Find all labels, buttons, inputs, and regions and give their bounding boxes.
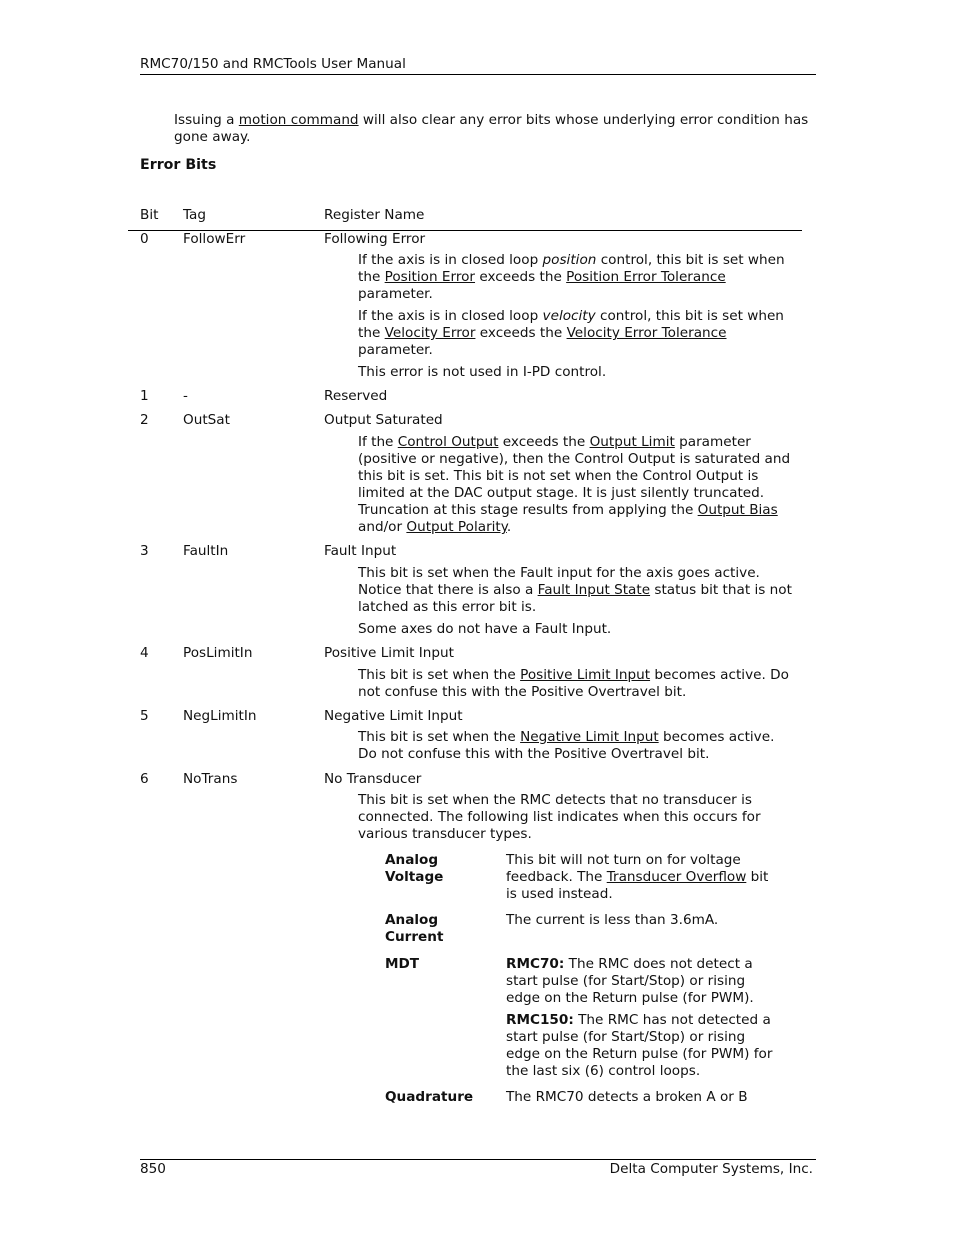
control-output-link[interactable]: Control Output xyxy=(398,434,499,450)
description-paragraph: If the Control Output exceeds the Output… xyxy=(358,434,791,535)
bit-cell: 5 xyxy=(140,708,149,724)
running-header: RMC70/150 and RMCTools User Manual xyxy=(140,56,406,72)
footer-company: Delta Computer Systems, Inc. xyxy=(609,1161,813,1177)
description-paragraph: This bit is set when the Fault input for… xyxy=(358,565,792,615)
column-header-bit: Bit xyxy=(140,207,159,223)
bit-cell: 0 xyxy=(140,231,149,247)
velocity-error-tolerance-link[interactable]: Velocity Error Tolerance xyxy=(567,325,727,341)
output-limit-link[interactable]: Output Limit xyxy=(590,434,675,450)
transducer-type-definition: RMC150: The RMC has not detected a start… xyxy=(506,1012,773,1079)
transducer-type-definition: RMC70: The RMC does not detect a start p… xyxy=(506,956,754,1006)
positive-limit-input-link[interactable]: Positive Limit Input xyxy=(520,667,650,683)
bit-cell: 2 xyxy=(140,412,149,428)
register-cell: Negative Limit Input xyxy=(324,708,463,724)
register-cell: Fault Input xyxy=(324,543,397,559)
bit-cell: 4 xyxy=(140,645,149,661)
bit-cell: 3 xyxy=(140,543,149,559)
bit-cell: 6 xyxy=(140,771,149,787)
section-title: Error Bits xyxy=(140,157,217,173)
tag-cell: NegLimitIn xyxy=(183,708,257,724)
tag-cell: FaultIn xyxy=(183,543,229,559)
transducer-type-term: MDT xyxy=(385,956,420,972)
page-number: 850 xyxy=(140,1161,166,1177)
tag-cell: FollowErr xyxy=(183,231,246,247)
negative-limit-input-link[interactable]: Negative Limit Input xyxy=(520,729,659,745)
transducer-type-definition: The current is less than 3.6mA. xyxy=(506,912,719,928)
register-cell: Positive Limit Input xyxy=(324,645,454,661)
transducer-type-definition: The RMC70 detects a broken A or B xyxy=(506,1089,748,1105)
description-paragraph: If the axis is in closed loop position c… xyxy=(358,252,785,302)
description-paragraph: This bit is set when the Negative Limit … xyxy=(358,729,775,762)
transducer-type-definition: This bit will not turn on for voltage fe… xyxy=(506,852,769,902)
description-paragraph: This error is not used in I-PD control. xyxy=(358,364,607,380)
tag-cell: OutSat xyxy=(183,412,230,428)
description-paragraph: This bit is set when the Positive Limit … xyxy=(358,667,789,700)
register-cell: Output Saturated xyxy=(324,412,443,428)
description-paragraph: Some axes do not have a Fault Input. xyxy=(358,621,612,637)
intro-text: Issuing a xyxy=(174,112,239,128)
register-cell: Reserved xyxy=(324,388,388,404)
tag-cell: PosLimitIn xyxy=(183,645,253,661)
column-header-register: Register Name xyxy=(324,207,425,223)
column-header-tag: Tag xyxy=(183,207,207,223)
intro-paragraph: Issuing a motion command will also clear… xyxy=(174,112,814,146)
header-divider xyxy=(140,74,816,75)
bit-cell: 1 xyxy=(140,388,149,404)
tag-cell: NoTrans xyxy=(183,771,238,787)
motion-command-link[interactable]: motion command xyxy=(239,112,359,128)
transducer-type-term: Quadrature xyxy=(385,1089,474,1105)
description-paragraph: If the axis is in closed loop velocity c… xyxy=(358,308,784,358)
description-paragraph: This bit is set when the RMC detects tha… xyxy=(358,792,761,842)
register-cell: No Transducer xyxy=(324,771,422,787)
output-bias-link[interactable]: Output Bias xyxy=(698,502,778,518)
transducer-overflow-link[interactable]: Transducer Overflow xyxy=(607,869,747,885)
register-cell: Following Error xyxy=(324,231,426,247)
velocity-error-link[interactable]: Velocity Error xyxy=(385,325,476,341)
fault-input-state-link[interactable]: Fault Input State xyxy=(538,582,650,598)
position-error-tolerance-link[interactable]: Position Error Tolerance xyxy=(566,269,726,285)
transducer-type-term: Analog Current xyxy=(385,912,444,945)
output-polarity-link[interactable]: Output Polarity xyxy=(406,519,506,535)
footer-divider xyxy=(140,1159,816,1160)
tag-cell: - xyxy=(183,388,188,404)
transducer-type-term: Analog Voltage xyxy=(385,852,444,885)
position-error-link[interactable]: Position Error xyxy=(385,269,475,285)
